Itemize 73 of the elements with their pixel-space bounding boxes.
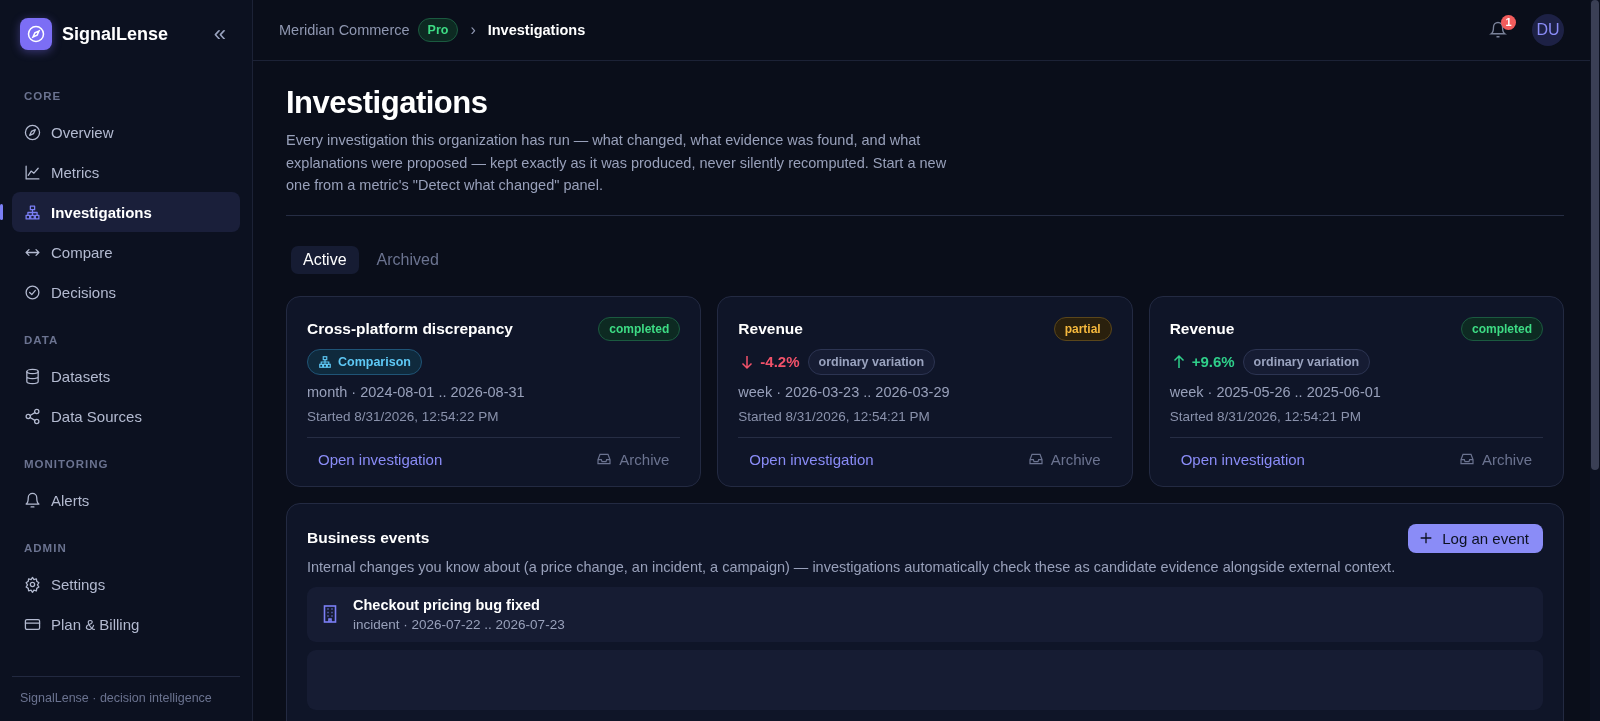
section-title: MONITORING <box>23 457 110 472</box>
section-description: Internal changes you know about (a price change, an incident, a campaign) — investigations automatically check these as candidate evidence alongside external context. <box>307 558 1397 575</box>
compass-icon <box>24 123 41 141</box>
card-title: Cross-platform discrepancy <box>307 319 513 338</box>
event-meta: incident · 2026-07-22 .. 2026-07-23 <box>353 616 565 632</box>
inbox-icon <box>1027 451 1044 467</box>
section-title: Business events <box>307 529 430 547</box>
avatar[interactable]: DU <box>1532 14 1564 46</box>
period-text: month · 2024-08-01 .. 2026-08-31 <box>307 383 526 400</box>
archive-button[interactable]: Archive <box>596 450 670 468</box>
open-investigation-link[interactable]: Open investigation <box>1180 450 1305 468</box>
gear-icon <box>24 575 41 593</box>
active-indicator <box>0 204 3 220</box>
breadcrumb-link[interactable]: Meridian Commerce <box>279 22 410 38</box>
card-title: Revenue <box>738 319 803 338</box>
tab[interactable]: Active <box>291 245 359 274</box>
classification-badge: ordinary variation <box>1242 348 1371 375</box>
started-text: Started 8/31/2026, 12:54:21 PM <box>738 408 1112 438</box>
nav-item[interactable]: Plan & Billing <box>12 604 240 644</box>
nav-item[interactable]: Overview <box>12 112 240 152</box>
status-badge: completed <box>1461 316 1543 341</box>
scrollbar-thumb[interactable] <box>1591 0 1599 470</box>
database-icon <box>24 367 41 385</box>
nav-item[interactable]: Datasets <box>12 356 240 396</box>
comparison-tag: Comparison <box>307 348 422 375</box>
period-text: week · 2025-05-26 .. 2025-06-01 <box>1169 383 1382 400</box>
sidebar-footer: SignalLense · decision intelligence <box>12 676 240 721</box>
open-investigation-link[interactable]: Open investigation <box>749 450 874 468</box>
bell-icon <box>24 491 41 509</box>
archive-button[interactable]: Archive <box>1458 450 1532 468</box>
inbox-icon <box>596 451 613 467</box>
section-title: DATA <box>23 333 60 348</box>
page-title: Investigations <box>286 85 489 121</box>
collapse-button[interactable]: « <box>205 21 234 47</box>
logo-icon <box>20 18 52 50</box>
hierarchy-icon <box>24 203 41 221</box>
notifications-button[interactable] <box>1489 21 1507 39</box>
change-value: +9.6% <box>1191 353 1235 370</box>
nav-item[interactable]: Compare <box>12 232 240 272</box>
started-text: Started 8/31/2026, 12:54:21 PM <box>1169 408 1543 438</box>
building-icon <box>323 605 337 623</box>
chart-icon <box>24 163 41 181</box>
tab[interactable]: Archived <box>364 245 451 274</box>
inbox-icon <box>1458 451 1475 467</box>
change-value: -4.2% <box>760 353 800 370</box>
started-text: Started 8/31/2026, 12:54:22 PM <box>307 408 681 438</box>
log-event-button[interactable]: Log an event <box>1408 523 1543 553</box>
nav-item[interactable]: Settings <box>12 564 240 604</box>
breadcrumb-separator: › <box>469 21 477 39</box>
bell-icon <box>1489 21 1507 39</box>
nav-item[interactable]: Data Sources <box>12 396 240 436</box>
share-icon <box>24 407 41 425</box>
card-title: Revenue <box>1169 319 1235 338</box>
section-title: ADMIN <box>23 541 68 556</box>
classification-badge: ordinary variation <box>807 348 936 375</box>
nav-item[interactable]: Decisions <box>12 272 240 312</box>
period-text: week · 2026-03-23 .. 2026-03-29 <box>738 383 951 400</box>
brand-name: SignalLense <box>62 23 170 45</box>
open-investigation-link[interactable]: Open investigation <box>318 450 443 468</box>
status-badge: partial <box>1053 316 1112 341</box>
notification-badge: 1 <box>1501 14 1516 30</box>
plan-badge: Pro <box>417 18 459 42</box>
hierarchy-icon <box>318 354 332 369</box>
breadcrumb-current: Investigations <box>487 22 586 38</box>
page-description: Every investigation this organization has run — what changed, what evidence was found, and what explanations were proposed — kept exactly as it was produced, never silently recomputed. Start a new one from a metric's "Detect what changed" panel. <box>286 131 948 195</box>
check-badge-icon <box>24 283 41 301</box>
section-title: CORE <box>23 89 63 104</box>
archive-button[interactable]: Archive <box>1027 450 1101 468</box>
nav-item[interactable]: Alerts <box>12 480 240 520</box>
nav-item[interactable]: Metrics <box>12 152 240 192</box>
event-title: Checkout pricing bug fixed <box>353 596 541 613</box>
status-badge: completed <box>598 316 681 341</box>
event-row[interactable]: Checkout pricing bug fixed incident · 2026-07-22 .. 2026-07-23 <box>307 586 1543 642</box>
